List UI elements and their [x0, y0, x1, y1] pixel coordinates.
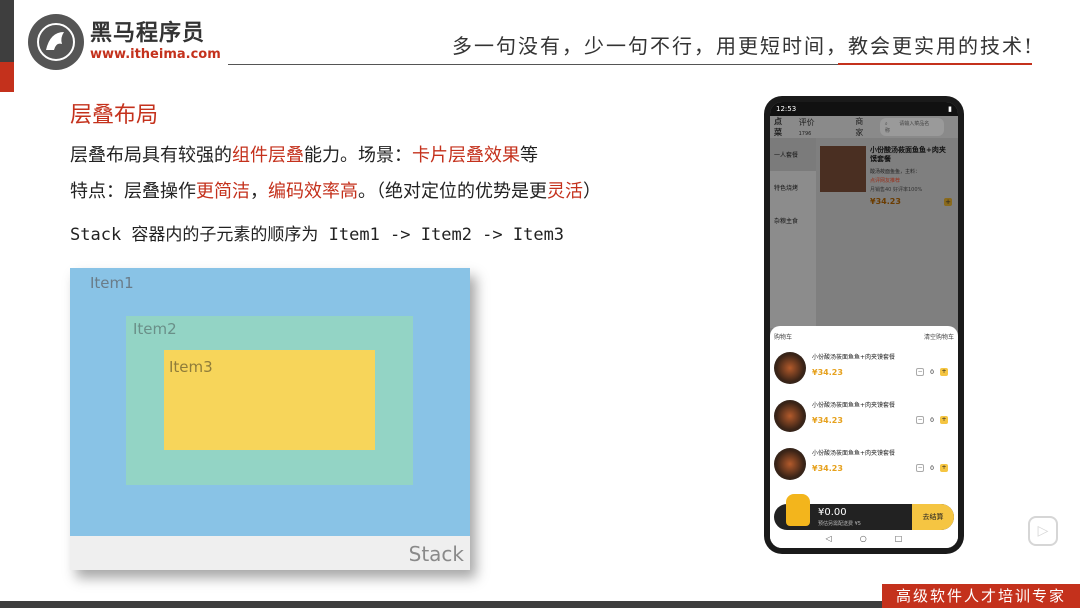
food-description: 酸汤莜面鱼鱼，主料：	[870, 169, 921, 175]
food-price: ¥34.23	[870, 197, 901, 206]
highlight-flexible: 灵活	[547, 181, 583, 202]
header-accent-dark	[0, 0, 14, 62]
quantity-stepper: − 0 +	[916, 416, 948, 424]
item3-label: Item3	[169, 358, 213, 376]
header-divider-accent	[838, 63, 1032, 65]
highlight-card-effect: 卡片层叠效果	[412, 145, 520, 166]
plus-icon[interactable]: +	[940, 464, 948, 472]
delivery-fee: 预估另需配送费 ¥5	[818, 521, 861, 527]
cart-item-name: 小份酸汤莜面鱼鱼+肉夹馍套餐	[812, 450, 896, 457]
minus-icon[interactable]: −	[916, 464, 925, 472]
cart-item-price: ¥34.23	[812, 464, 843, 473]
battery-icon: ▮	[948, 105, 952, 113]
footer-banner: 高级软件人才培训专家	[882, 584, 1080, 608]
cart-item-name: 小份酸汤莜面鱼鱼+肉夹馍套餐	[812, 402, 896, 409]
stack-label: Stack	[408, 542, 464, 566]
food-tag: 点评网友推荐	[870, 178, 901, 184]
cart-item-image	[774, 448, 806, 480]
recents-icon[interactable]: □	[895, 534, 903, 548]
dish-search-input[interactable]: ⌕ 请输入菜品名称	[879, 118, 944, 136]
stack-container: Item1 Item2 Item3 Stack	[70, 268, 470, 570]
highlight-simpler: 更简洁	[196, 181, 250, 202]
food-card[interactable]: 小份酸汤莜面鱼鱼+肉夹馍套餐 酸汤莜面鱼鱼，主料： 点评网友推荐 月销售40 好…	[820, 146, 952, 216]
category-list: 一人套餐 特色烧烤 杂粮主食	[770, 138, 816, 328]
cart-item-price: ¥34.23	[812, 416, 843, 425]
home-icon[interactable]: ○	[860, 534, 867, 548]
clear-cart-button[interactable]: 清空购物车	[924, 332, 954, 341]
cart-item-price: ¥34.23	[812, 368, 843, 377]
highlight-efficiency: 编码效率高	[268, 181, 358, 202]
status-time: 12:53	[776, 105, 797, 113]
plus-icon[interactable]: +	[940, 368, 948, 376]
item2-label: Item2	[133, 320, 177, 338]
tab-reviews[interactable]: 评价 1796	[799, 117, 846, 137]
slide-title: 层叠布局	[70, 103, 159, 128]
tab-merchant[interactable]: 商家	[855, 116, 870, 138]
phone-mockup: 12:53 ▮ 点菜 评价 1796 商家 ⌕ 请输入菜品名称 一人套餐 特色烧…	[764, 96, 964, 554]
minus-icon[interactable]: −	[916, 368, 925, 376]
brand-name: 黑马程序员	[90, 21, 206, 46]
tab-order[interactable]: 点菜	[774, 116, 789, 138]
food-image	[820, 146, 866, 192]
shop-tabs: 点菜 评价 1796 商家 ⌕ 请输入菜品名称	[770, 116, 958, 138]
checkout-button[interactable]: 去结算	[912, 504, 954, 530]
cart-item-image	[774, 400, 806, 432]
back-icon[interactable]: ◁	[826, 534, 832, 548]
cart-item-name: 小份酸汤莜面鱼鱼+肉夹馍套餐	[812, 354, 896, 361]
play-icon[interactable]: ▷	[1028, 516, 1058, 546]
description-line-1: 层叠布局具有较强的组件层叠能力。场景：卡片层叠效果等	[70, 145, 538, 166]
category-item[interactable]: 特色烧烤	[770, 171, 816, 204]
quantity-stepper: − 0 +	[916, 368, 948, 376]
cart-header: 购物车 清空购物车	[774, 332, 954, 341]
phone-screen: 12:53 ▮ 点菜 评价 1796 商家 ⌕ 请输入菜品名称 一人套餐 特色烧…	[770, 102, 958, 548]
quantity-value: 0	[930, 464, 934, 472]
search-icon: ⌕	[884, 121, 888, 127]
cart-total: ¥0.00	[818, 507, 847, 518]
quantity-stepper: − 0 +	[916, 464, 948, 472]
brand-url: www.itheima.com	[90, 47, 221, 62]
category-item[interactable]: 一人套餐	[770, 138, 816, 171]
cart-item-image	[774, 352, 806, 384]
header-accent-red	[0, 62, 14, 92]
stack-item-1: Item1 Item2 Item3	[70, 268, 470, 536]
delivery-mascot-icon	[786, 494, 810, 526]
food-sales: 月销售40 好评率100%	[870, 187, 923, 193]
stack-order-line: Stack 容器内的子元素的顺序为 Item1 -> Item2 -> Item…	[70, 225, 565, 245]
quantity-value: 0	[930, 416, 934, 424]
highlight-component-stacking: 组件层叠	[232, 145, 304, 166]
cart-item: 小份酸汤莜面鱼鱼+肉夹馍套餐 ¥34.23 − 0 +	[774, 396, 954, 436]
food-name: 小份酸汤莜面鱼鱼+肉夹馍套餐	[870, 146, 946, 163]
stack-item-3: Item3	[164, 350, 375, 450]
cart-item: 小份酸汤莜面鱼鱼+肉夹馍套餐 ¥34.23 − 0 +	[774, 348, 954, 388]
slogan: 多一句没有，少一句不行，用更短时间，教会更实用的技术!	[451, 34, 1034, 58]
add-icon[interactable]: +	[944, 198, 952, 206]
category-item[interactable]: 杂粮主食	[770, 204, 816, 237]
status-bar: 12:53 ▮	[770, 102, 958, 116]
horse-logo-icon	[28, 14, 84, 70]
stack-item-2: Item2 Item3	[126, 316, 413, 485]
quantity-value: 0	[930, 368, 934, 376]
cart-title: 购物车	[774, 334, 793, 341]
description-line-2: 特点：层叠操作更简洁，编码效率高。（绝对定位的优势是更灵活）	[70, 181, 601, 202]
brand-logo: 黑马程序员 www.itheima.com	[28, 14, 221, 70]
checkout-bar: ¥0.00 预估另需配送费 ¥5 去结算	[774, 494, 954, 530]
cart-item: 小份酸汤莜面鱼鱼+肉夹馍套餐 ¥34.23 − 0 +	[774, 444, 954, 484]
item1-label: Item1	[90, 274, 134, 292]
system-nav-bar: ◁ ○ □	[770, 534, 958, 548]
plus-icon[interactable]: +	[940, 416, 948, 424]
minus-icon[interactable]: −	[916, 416, 925, 424]
cart-panel: 购物车 清空购物车 小份酸汤莜面鱼鱼+肉夹馍套餐 ¥34.23 − 0 + 小份…	[770, 326, 958, 548]
